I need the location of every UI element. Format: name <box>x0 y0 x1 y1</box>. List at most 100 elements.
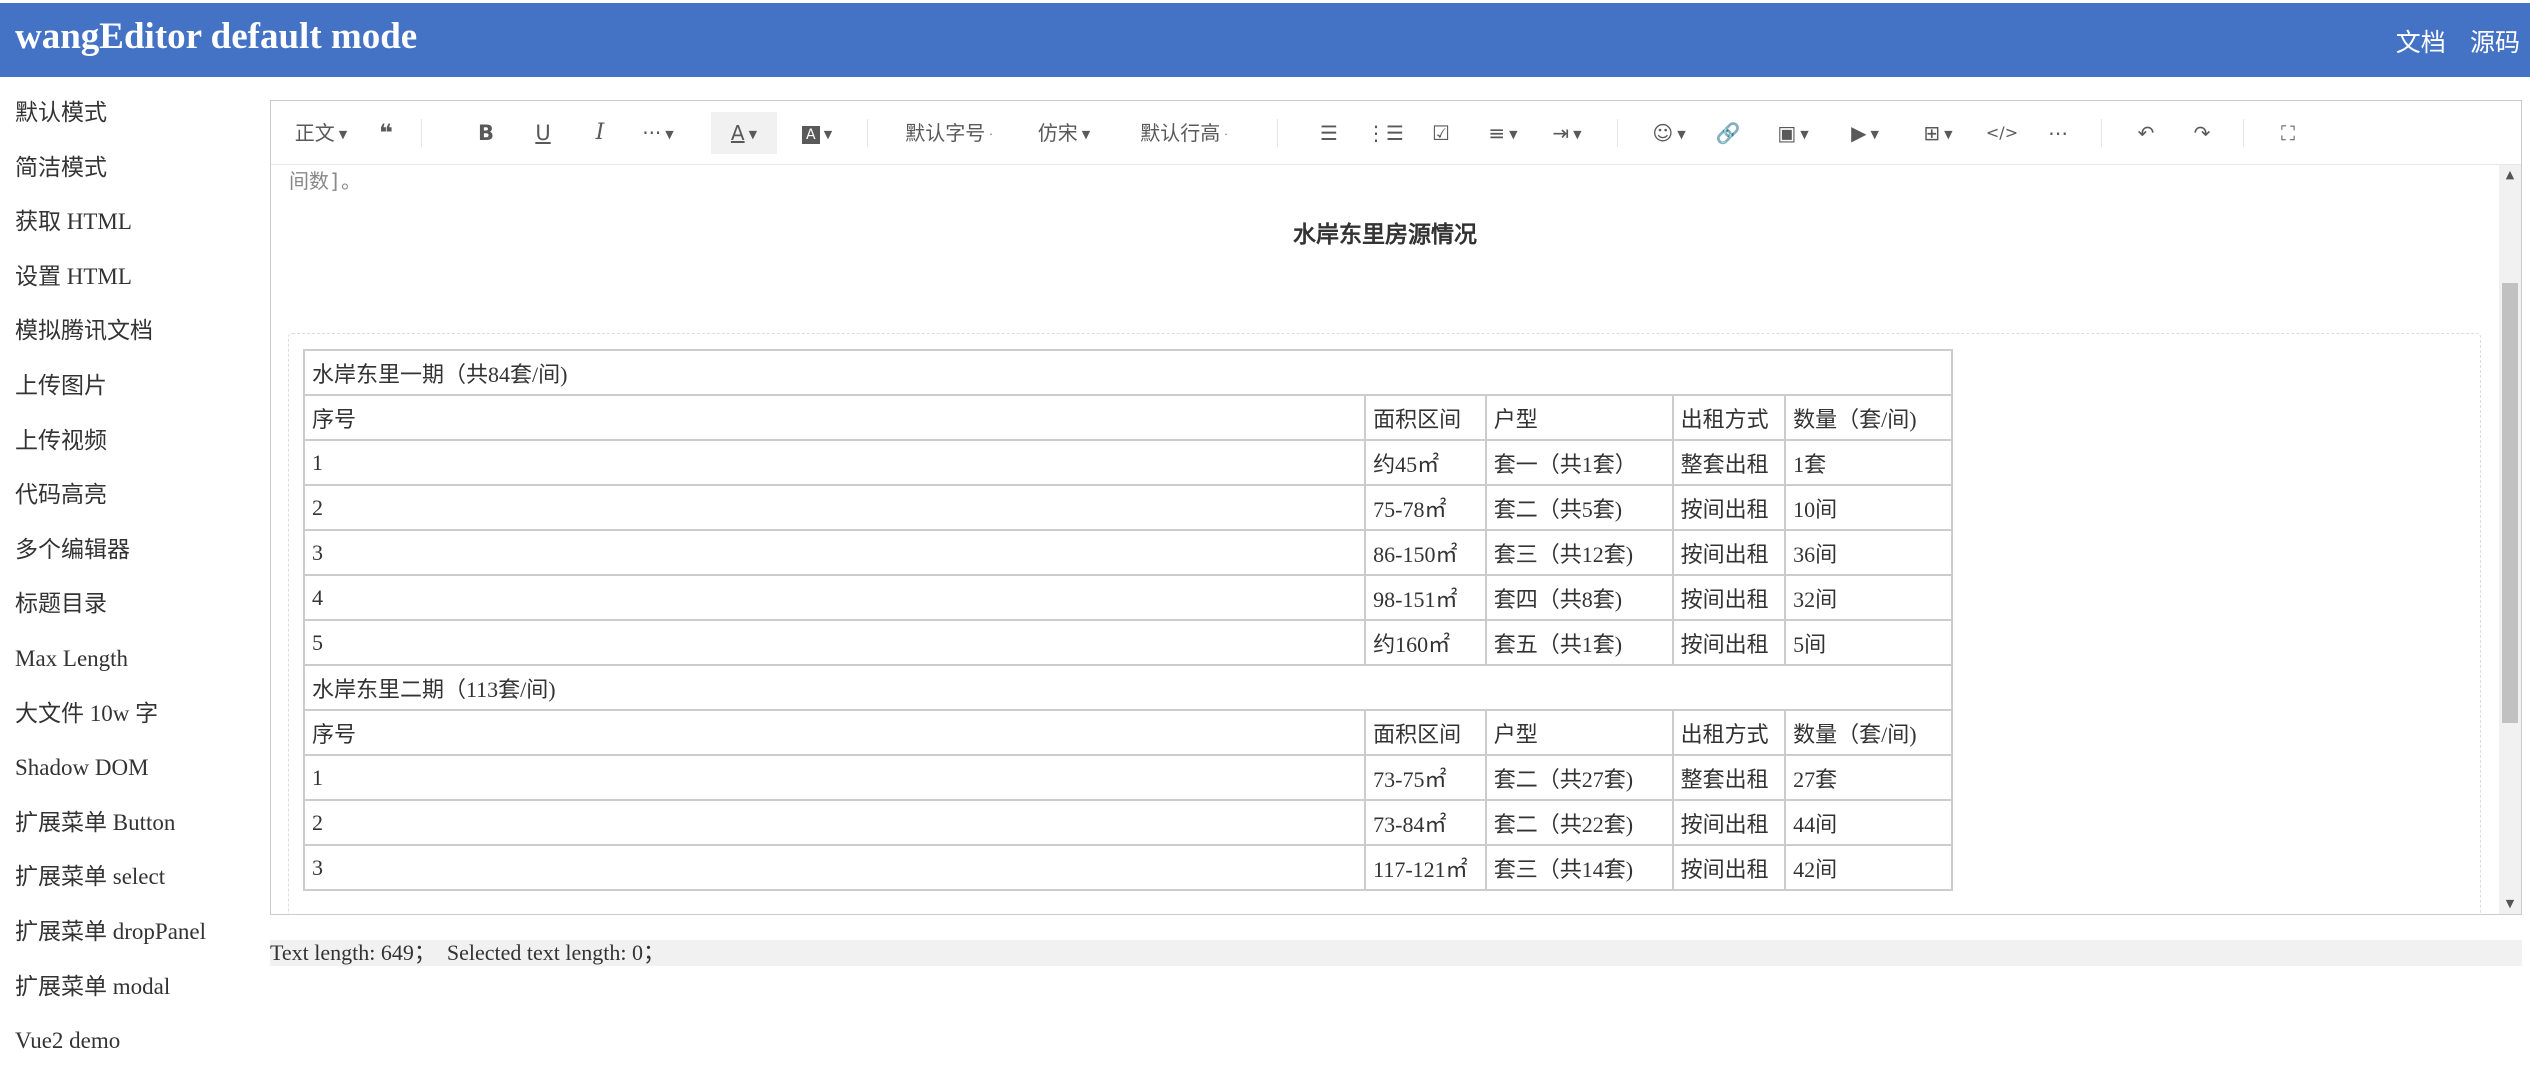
table-header-cell[interactable]: 出租方式 <box>1671 709 1787 756</box>
source-link[interactable]: 源码 <box>2470 28 2520 57</box>
indent-icon[interactable]: ⇥ ▼ <box>1537 112 1597 154</box>
table-header-cell[interactable]: 面积区间 <box>1364 709 1487 756</box>
font-size-select[interactable]: 默认字号 · <box>889 112 1009 154</box>
sidebar-item-shadow-dom[interactable]: Shadow DOM <box>0 745 260 800</box>
sidebar-item-ext-button[interactable]: 扩展菜单 Button <box>0 800 260 855</box>
table-cell[interactable]: 按间出租 <box>1671 619 1787 666</box>
table-cell[interactable]: 36间 <box>1784 529 1953 576</box>
table-header-cell[interactable]: 数量（套/间) <box>1784 394 1953 441</box>
bg-color-icon[interactable]: A ▼ <box>786 112 848 154</box>
sidebar-item-large-file[interactable]: 大文件 10w 字 <box>0 691 260 746</box>
table-cell[interactable]: 3 <box>302 844 1367 891</box>
underline-icon[interactable]: U <box>518 112 568 154</box>
table-cell[interactable]: 32间 <box>1784 574 1953 621</box>
table-cell[interactable]: 73-84㎡ <box>1364 799 1487 846</box>
table-cell[interactable]: 套三（共12套) <box>1484 529 1674 576</box>
table-cell[interactable]: 水岸东里一期（共84套/间) <box>303 349 1953 396</box>
docs-link[interactable]: 文档 <box>2396 28 2446 57</box>
todo-checkbox-icon[interactable]: ☑ <box>1417 112 1465 154</box>
vertical-scrollbar[interactable]: ▲ ▼ <box>2499 165 2521 914</box>
link-icon[interactable]: 🔗 <box>1703 112 1753 154</box>
table-header-cell[interactable]: 面积区间 <box>1364 394 1487 441</box>
table-cell[interactable]: 1 <box>302 754 1367 801</box>
code-block-icon[interactable]: </> <box>1977 112 2027 154</box>
table-cell[interactable]: 2 <box>302 484 1367 531</box>
redo-icon[interactable]: ↷ <box>2177 112 2227 154</box>
sidebar-item-max-length[interactable]: Max Length <box>0 636 260 691</box>
scroll-down-icon[interactable]: ▼ <box>2499 894 2521 914</box>
sidebar-item-set-html[interactable]: 设置 HTML <box>0 254 260 309</box>
editor-content[interactable]: 间数]。 水岸东里房源情况 水岸东里一期（共84套/间) 序号 面积区间 户型 … <box>271 165 2499 914</box>
table-cell[interactable]: 套二（共22套) <box>1484 799 1674 846</box>
table-cell[interactable]: 10间 <box>1784 484 1953 531</box>
table-header-cell[interactable]: 户型 <box>1484 709 1674 756</box>
table-cell[interactable]: 2 <box>302 799 1367 846</box>
table-cell[interactable]: 27套 <box>1784 754 1953 801</box>
table-cell[interactable]: 整套出租 <box>1671 754 1787 801</box>
table-cell[interactable]: 3 <box>302 529 1367 576</box>
table-cell[interactable]: 4 <box>302 574 1367 621</box>
table-header-cell[interactable]: 序号 <box>302 709 1367 756</box>
table-cell[interactable]: 1套 <box>1784 439 1953 486</box>
table-cell[interactable]: 套五（共1套) <box>1484 619 1674 666</box>
table-cell[interactable]: 42间 <box>1784 844 1953 891</box>
table-cell[interactable]: 73-75㎡ <box>1364 754 1487 801</box>
table-cell[interactable]: 86-150㎡ <box>1364 529 1487 576</box>
sidebar-item-upload-image[interactable]: 上传图片 <box>0 363 260 418</box>
scrollbar-thumb[interactable] <box>2502 283 2518 723</box>
justify-icon[interactable]: ≡ ▼ <box>1476 112 1530 154</box>
table-cell[interactable]: 水岸东里二期（113套/间) <box>303 664 1953 711</box>
table-cell[interactable]: 75-78㎡ <box>1364 484 1487 531</box>
table-cell[interactable]: 1 <box>302 439 1367 486</box>
sidebar-item-upload-video[interactable]: 上传视频 <box>0 418 260 473</box>
italic-icon[interactable]: I <box>575 112 625 154</box>
table-cell[interactable]: 套二（共5套) <box>1484 484 1674 531</box>
numbered-list-icon[interactable]: ⋮☰ <box>1361 112 1409 154</box>
table-cell[interactable]: 整套出租 <box>1671 439 1787 486</box>
sidebar-item-vue2-demo[interactable]: Vue2 demo <box>0 1018 260 1073</box>
video-icon[interactable]: ▶ ▼ <box>1833 112 1897 154</box>
table-cell[interactable]: 5 <box>302 619 1367 666</box>
table-cell[interactable]: 117-121㎡ <box>1364 844 1487 891</box>
font-color-icon[interactable]: A ▼ <box>711 112 777 154</box>
more-style-icon[interactable]: ··· ▼ <box>633 112 683 154</box>
bold-icon[interactable]: B <box>461 112 511 154</box>
undo-icon[interactable]: ↶ <box>2121 112 2171 154</box>
table-cell[interactable]: 按间出租 <box>1671 529 1787 576</box>
sidebar-item-simple-mode[interactable]: 简洁模式 <box>0 145 260 200</box>
table-cell[interactable]: 套一（共1套） <box>1484 439 1674 486</box>
sidebar-item-heading-toc[interactable]: 标题目录 <box>0 581 260 636</box>
table-cell[interactable]: 约45㎡ <box>1364 439 1487 486</box>
table-cell[interactable]: 按间出租 <box>1671 574 1787 621</box>
sidebar-item-default-mode[interactable]: 默认模式 <box>0 90 260 145</box>
sidebar-item-get-html[interactable]: 获取 HTML <box>0 199 260 254</box>
blockquote-icon[interactable]: ❝ <box>361 112 411 154</box>
line-height-select[interactable]: 默认行高 · <box>1119 112 1249 154</box>
table-cell[interactable]: 按间出租 <box>1671 484 1787 531</box>
image-icon[interactable]: ▣ ▼ <box>1761 112 1825 154</box>
table-header-cell[interactable]: 户型 <box>1484 394 1674 441</box>
table-cell[interactable]: 套三（共14套) <box>1484 844 1674 891</box>
divider-line-icon[interactable]: ⋯ <box>2033 112 2083 154</box>
table-cell[interactable]: 44间 <box>1784 799 1953 846</box>
table-header-cell[interactable]: 数量（套/间) <box>1784 709 1953 756</box>
heading-select[interactable]: 正文 ▼ <box>285 112 357 154</box>
sidebar-item-ext-modal[interactable]: 扩展菜单 modal <box>0 964 260 1019</box>
emotion-icon[interactable]: ☺ ▼ <box>1639 112 1699 154</box>
table-cell[interactable]: 5间 <box>1784 619 1953 666</box>
bulleted-list-icon[interactable]: ☰ <box>1305 112 1353 154</box>
table-cell[interactable]: 98-151㎡ <box>1364 574 1487 621</box>
fullscreen-icon[interactable]: ⛶ <box>2263 112 2313 154</box>
sidebar-item-ext-select[interactable]: 扩展菜单 select <box>0 854 260 909</box>
table-header-cell[interactable]: 序号 <box>302 394 1367 441</box>
scroll-up-icon[interactable]: ▲ <box>2499 165 2521 185</box>
font-family-select[interactable]: 仿宋 ▼ <box>1019 112 1109 154</box>
sidebar-item-tencent-doc[interactable]: 模拟腾讯文档 <box>0 308 260 363</box>
housing-table[interactable]: 水岸东里一期（共84套/间) 序号 面积区间 户型 出租方式 数量（套/间) 1… <box>302 349 1953 891</box>
sidebar-item-ext-droppanel[interactable]: 扩展菜单 dropPanel <box>0 909 260 964</box>
table-header-cell[interactable]: 出租方式 <box>1671 394 1787 441</box>
table-cell[interactable]: 按间出租 <box>1671 799 1787 846</box>
sidebar-item-multi-editor[interactable]: 多个编辑器 <box>0 527 260 582</box>
table-icon[interactable]: ⊞ ▼ <box>1906 112 1970 154</box>
table-cell[interactable]: 套二（共27套) <box>1484 754 1674 801</box>
